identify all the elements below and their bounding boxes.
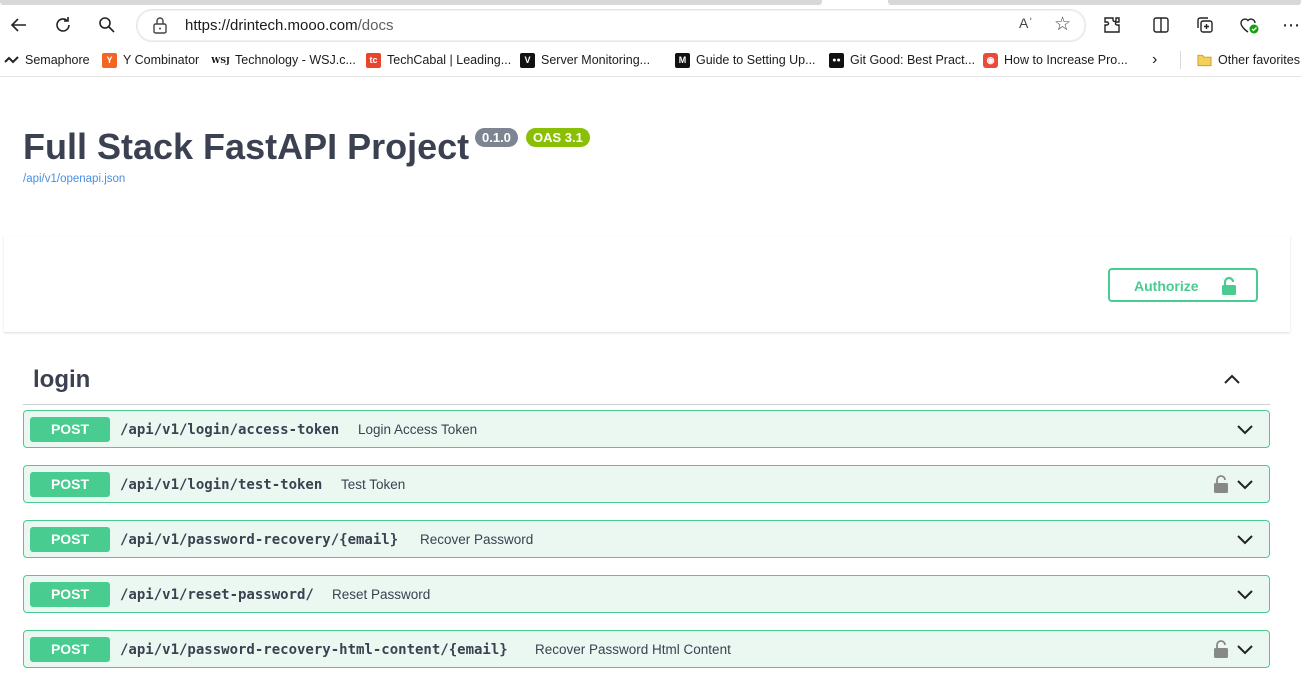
chevron-down-icon[interactable] (1235, 639, 1255, 659)
operation-summary: Login Access Token (358, 422, 478, 437)
operation-path: /api/v1/password-recovery-html-content/{… (120, 642, 508, 658)
method-badge: POST (30, 527, 110, 552)
operation-password-recovery[interactable]: POST /api/v1/password-recovery/{email} R… (23, 520, 1270, 558)
bookmark-ycombinator[interactable]: Y Y Combinator (102, 51, 199, 69)
bookmark-semaphore[interactable]: Semaphore (4, 51, 90, 69)
read-aloud-icon[interactable]: Aʾ (1019, 15, 1033, 31)
url-host: https://drintech.mooo.com (185, 17, 358, 34)
v-icon: V (520, 52, 535, 68)
bookmark-label: TechCabal | Leading... (387, 53, 512, 67)
back-icon[interactable] (4, 10, 34, 40)
tag-name: login (33, 366, 91, 393)
bookmark-wsj[interactable]: WSJ Technology - WSJ.c... (211, 51, 356, 69)
operation-test-token[interactable]: POST /api/v1/login/test-token Test Token (23, 465, 1270, 503)
favorite-star-icon[interactable]: ☆ (1054, 13, 1071, 36)
bookmark-label: Git Good: Best Pract... (850, 53, 976, 67)
folder-icon (1197, 53, 1212, 68)
split-screen-icon[interactable] (1146, 10, 1176, 40)
chevron-down-icon[interactable] (1235, 419, 1255, 439)
semaphore-icon (4, 53, 19, 68)
method-badge: POST (30, 637, 110, 662)
scheme-container (4, 236, 1290, 332)
browser-essentials-icon[interactable] (1234, 10, 1264, 40)
bookmark-server-monitoring[interactable]: V Server Monitoring... (520, 51, 650, 69)
tab-strip-segment (0, 0, 822, 5)
chevron-right-icon[interactable]: › (1152, 51, 1157, 69)
bookmark-divider (1180, 51, 1181, 69)
openapi-json-link[interactable]: /api/v1/openapi.json (23, 173, 125, 185)
authorize-label: Authorize (1134, 278, 1199, 294)
browser-toolbar: https://drintech.mooo.com/docs Aʾ ☆ ⋯ (0, 6, 1301, 44)
address-bar[interactable]: https://drintech.mooo.com/docs Aʾ ☆ (136, 9, 1086, 42)
chevron-up-icon[interactable] (1220, 368, 1244, 392)
authorize-button[interactable]: Authorize (1108, 268, 1258, 302)
page-title: Full Stack FastAPI Project (23, 126, 470, 167)
method-badge: POST (30, 582, 110, 607)
tag-section-header[interactable]: login (23, 360, 1270, 405)
url-text[interactable]: https://drintech.mooo.com/docs (185, 17, 393, 34)
tab-strip-segment (888, 0, 1301, 5)
operation-summary: Reset Password (332, 587, 431, 602)
operation-path: /api/v1/password-recovery/{email} (120, 532, 399, 548)
site-info-lock-icon[interactable] (151, 16, 169, 34)
bookmark-label: Y Combinator (123, 53, 200, 67)
collections-icon[interactable] (1190, 10, 1220, 40)
refresh-icon[interactable] (48, 10, 78, 40)
chevron-down-icon[interactable] (1235, 529, 1255, 549)
other-favorites[interactable]: Other favorites (1197, 51, 1300, 69)
method-badge: POST (30, 417, 110, 442)
bookmark-techcabal[interactable]: tc TechCabal | Leading... (366, 51, 511, 69)
bookmark-guide[interactable]: M Guide to Setting Up... (675, 51, 816, 69)
method-badge: POST (30, 472, 110, 497)
operation-reset-password[interactable]: POST /api/v1/reset-password/ Reset Passw… (23, 575, 1270, 613)
other-favorites-label: Other favorites (1218, 53, 1300, 67)
settings-more-icon[interactable]: ⋯ (1276, 10, 1301, 40)
bookmark-git-good[interactable]: ●● Git Good: Best Pract... (829, 51, 975, 69)
version-badge: 0.1.0 (475, 128, 518, 147)
operation-path: /api/v1/login/test-token (120, 477, 323, 493)
bookmark-label: Guide to Setting Up... (696, 53, 816, 67)
unlocked-icon (1222, 276, 1236, 295)
extensions-icon[interactable] (1097, 10, 1127, 40)
chevron-down-icon[interactable] (1235, 584, 1255, 604)
wsj-icon: WSJ (211, 55, 230, 65)
unlocked-icon[interactable] (1213, 639, 1229, 659)
operation-summary: Recover Password (420, 532, 534, 547)
operation-access-token[interactable]: POST /api/v1/login/access-token Login Ac… (23, 410, 1270, 448)
favorites-bar: Semaphore Y Y Combinator WSJ Technology … (0, 44, 1301, 77)
bookmark-label: Server Monitoring... (541, 53, 651, 67)
operation-password-recovery-html-content[interactable]: POST /api/v1/password-recovery-html-cont… (23, 630, 1270, 668)
oas-badge: OAS 3.1 (526, 128, 590, 147)
medium-dots-icon: ●● (829, 52, 844, 68)
unlocked-icon[interactable] (1213, 474, 1229, 494)
operation-path: /api/v1/reset-password/ (120, 587, 314, 603)
medium-icon: M (675, 52, 690, 68)
bookmark-label: Technology - WSJ.c... (235, 53, 356, 67)
bookmark-label: How to Increase Pro... (1004, 53, 1128, 67)
chevron-down-icon[interactable] (1235, 474, 1255, 494)
eye-icon: ◉ (983, 52, 998, 68)
bookmark-label: Semaphore (25, 53, 90, 67)
url-path: /docs (357, 17, 394, 34)
operation-path: /api/v1/login/access-token (120, 422, 340, 438)
bookmark-increase-pro[interactable]: ◉ How to Increase Pro... (983, 51, 1128, 69)
techcabal-icon: tc (366, 52, 381, 68)
operation-summary: Recover Password Html Content (535, 642, 731, 657)
ycombinator-icon: Y (102, 52, 117, 68)
search-icon[interactable] (92, 10, 122, 40)
operation-summary: Test Token (341, 477, 406, 492)
